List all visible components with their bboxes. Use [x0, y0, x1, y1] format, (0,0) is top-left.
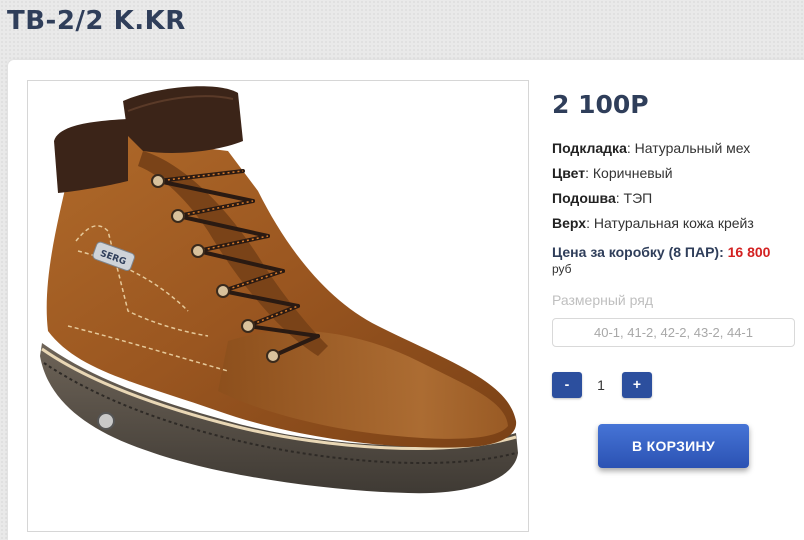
spec-sole: Подошва: ТЭП — [552, 189, 652, 207]
box-price-value: 16 800 — [727, 244, 771, 260]
box-price: Цена за коробку (8 ПАР): 16 800 — [552, 244, 770, 260]
spec-upper: Верх: Натуральная кожа крейз — [552, 214, 754, 232]
spec-color-value: : Коричневый — [585, 165, 673, 181]
page-title: TB-2/2 K.KR — [7, 6, 186, 36]
boot-image: SERG — [40, 86, 518, 494]
size-range-label: Размерный ряд — [552, 292, 654, 308]
spec-sole-value: : ТЭП — [615, 190, 653, 206]
box-price-currency: руб — [552, 262, 572, 276]
quantity-minus-button[interactable]: - — [552, 372, 582, 398]
spec-sole-label: Подошва — [552, 190, 616, 206]
spec-upper-label: Верх — [552, 215, 587, 231]
add-to-cart-button[interactable]: В КОРЗИНУ — [598, 424, 749, 468]
spec-upper-value: : Натуральная кожа крейз — [586, 215, 754, 231]
box-price-label: Цена за коробку (8 ПАР): — [552, 244, 728, 260]
product-image[interactable]: SERG — [27, 80, 529, 532]
quantity-plus-button[interactable]: + — [622, 372, 652, 398]
product-price: 2 100Р — [552, 90, 649, 119]
spec-color: Цвет: Коричневый — [552, 164, 673, 182]
quantity-input[interactable]: 1 — [590, 372, 612, 398]
size-range-field[interactable]: 40-1, 41-2, 42-2, 43-2, 44-1 — [552, 318, 795, 347]
spec-lining-value: : Натуральный мех — [626, 140, 751, 156]
spec-lining: Подкладка: Натуральный мех — [552, 139, 750, 157]
spec-lining-label: Подкладка — [552, 140, 627, 156]
spec-color-label: Цвет — [552, 165, 586, 181]
